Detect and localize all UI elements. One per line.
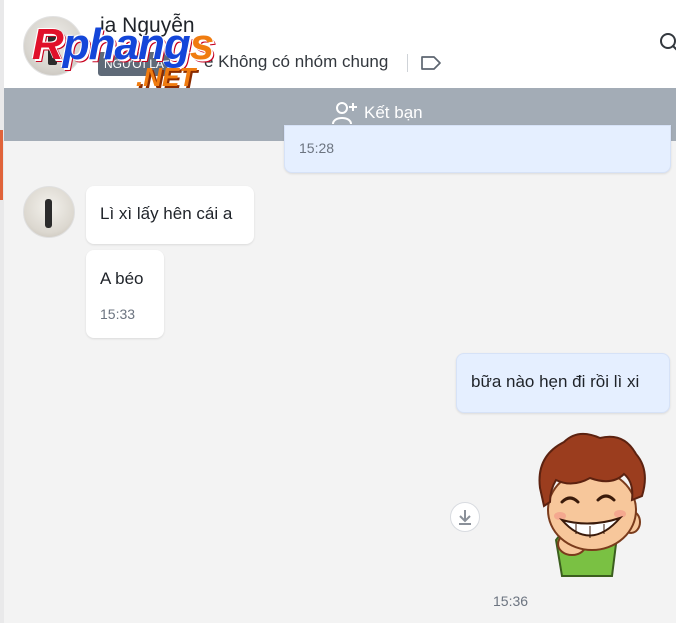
incoming-message-bubble[interactable]: Lì xì lấy hên cái a <box>86 186 254 244</box>
outgoing-message-bubble[interactable]: bữa nào hẹn đi rồi lì xi <box>456 353 670 413</box>
message-text: Lì xì lấy hên cái a <box>100 204 233 223</box>
left-panel-accent <box>0 130 3 200</box>
message-text: bữa nào hẹn đi rồi lì xi <box>471 372 640 391</box>
message-time: 15:28 <box>299 140 335 156</box>
add-friend-button[interactable]: Kết bạn <box>332 100 423 126</box>
download-button[interactable] <box>450 502 480 532</box>
search-icon[interactable] <box>659 32 676 54</box>
sender-avatar[interactable] <box>23 186 75 238</box>
rphangs-logo: Rphangs .NET <box>32 20 214 92</box>
incoming-message-bubble[interactable]: A béo 15:33 <box>86 250 164 338</box>
outgoing-message-bubble[interactable]: 15:28 <box>284 125 671 173</box>
message-text: A béo <box>100 269 144 288</box>
header-divider <box>407 54 408 72</box>
message-time: 15:33 <box>100 306 136 322</box>
add-friend-label: Kết bạn <box>364 103 423 122</box>
add-friend-icon <box>332 102 357 125</box>
grinning-boy-sticker[interactable] <box>520 428 660 578</box>
message-time: 15:36 <box>493 593 529 609</box>
tag-icon[interactable] <box>420 54 442 72</box>
download-icon <box>459 510 471 525</box>
